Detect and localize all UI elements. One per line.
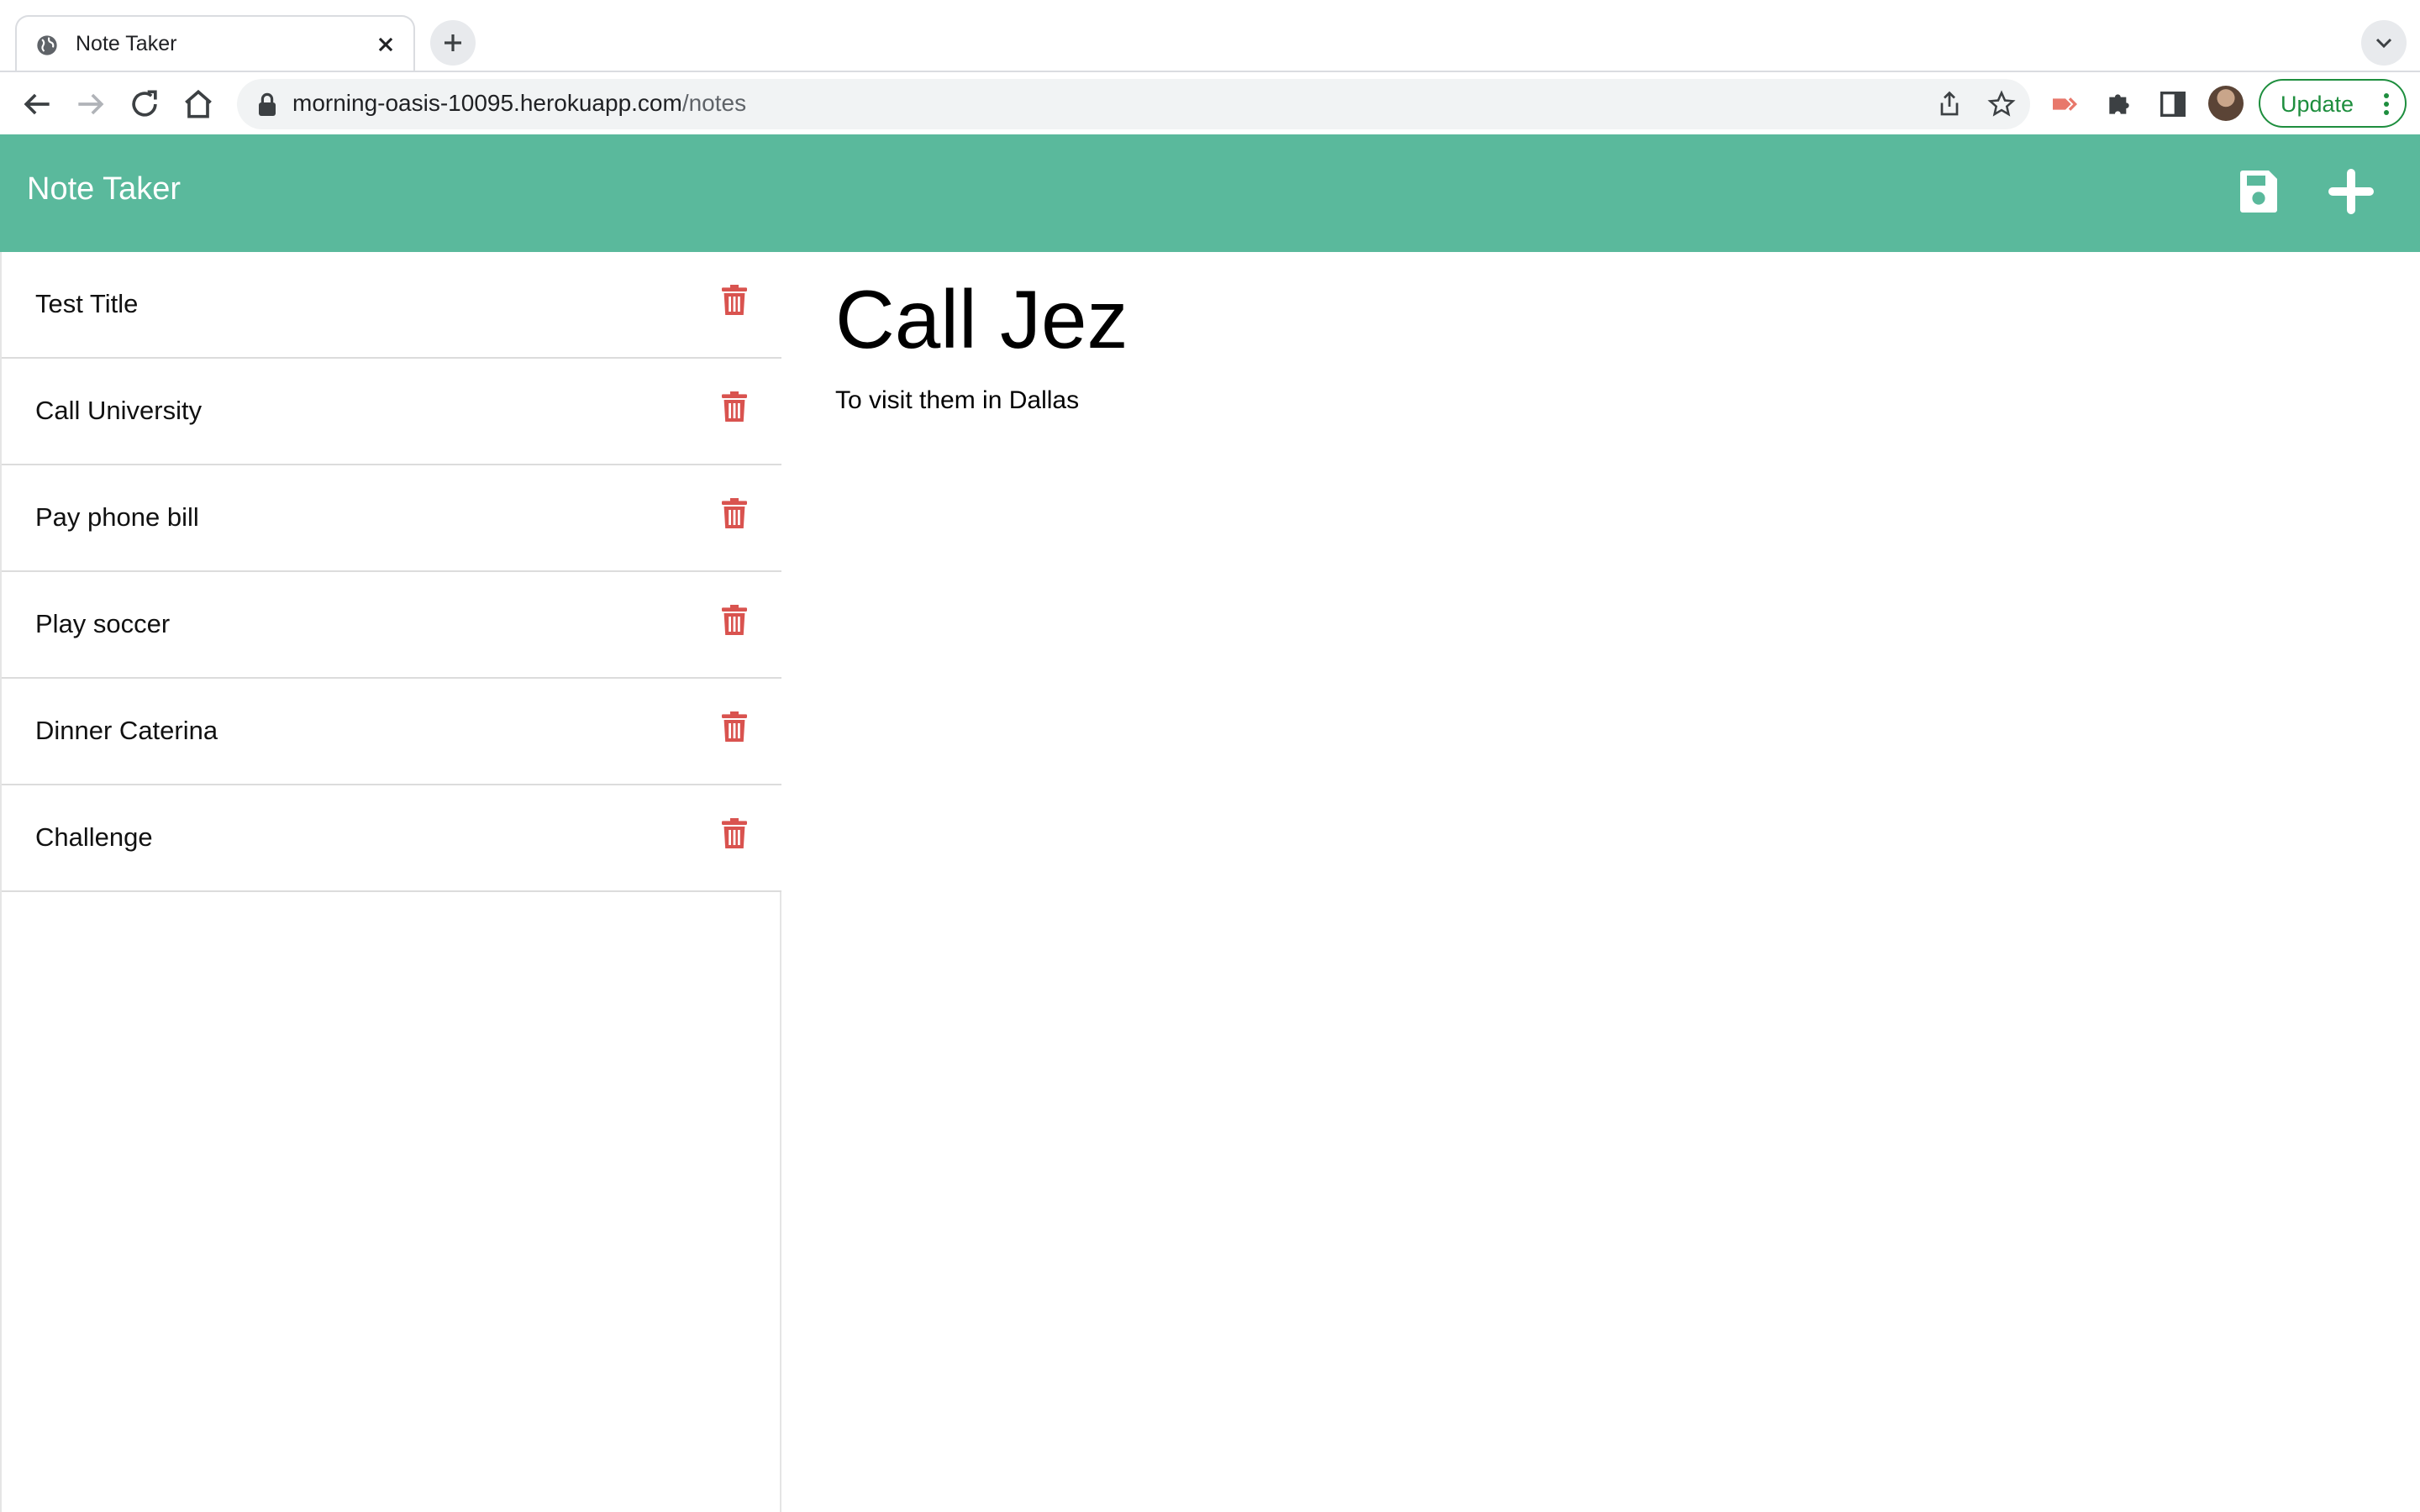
trash-icon[interactable]: [721, 497, 748, 529]
note-list-item-title: Challenge: [35, 822, 153, 852]
update-button[interactable]: Update: [2259, 79, 2407, 128]
tab-title: Note Taker: [76, 32, 177, 55]
note-list-item[interactable]: Pay phone bill: [2, 465, 781, 572]
note-list-item[interactable]: Test Title: [2, 252, 781, 359]
extension-icon[interactable]: [2049, 87, 2082, 121]
plus-icon: [445, 34, 461, 51]
note-list-item-title: Test Title: [35, 289, 139, 318]
lock-icon[interactable]: [257, 92, 277, 116]
update-label: Update: [2281, 92, 2354, 117]
app-navbar: Note Taker: [0, 134, 2420, 252]
browser-toolbar: morning-oasis-10095.herokuapp.com/notes …: [0, 72, 2420, 134]
note-list-item-title: Pay phone bill: [35, 502, 199, 532]
new-note-plus-icon[interactable]: [2328, 168, 2375, 215]
note-list-item[interactable]: Call University: [2, 359, 781, 465]
trash-icon[interactable]: [721, 711, 748, 743]
globe-icon: [37, 35, 57, 55]
home-icon[interactable]: [180, 86, 217, 123]
note-list-item-title: Call University: [35, 396, 203, 425]
url-host: morning-oasis-10095.herokuapp.com: [292, 90, 682, 116]
tab-search-button[interactable]: [2361, 20, 2407, 66]
back-arrow-icon[interactable]: [18, 86, 55, 123]
notes-sidebar: Test Title Call University Pay phone bill P…: [0, 252, 781, 1512]
trash-icon[interactable]: [721, 604, 748, 636]
browser-tabstrip: Note Taker: [0, 0, 2420, 72]
puzzle-piece-icon[interactable]: [2102, 87, 2136, 121]
note-list-item[interactable]: Challenge: [2, 785, 781, 892]
reload-icon[interactable]: [126, 86, 163, 123]
url-text[interactable]: morning-oasis-10095.herokuapp.com/notes: [292, 90, 746, 117]
forward-arrow-icon[interactable]: [72, 86, 109, 123]
note-list-item[interactable]: Dinner Caterina: [2, 679, 781, 785]
note-text-area[interactable]: To visit them in Dallas: [835, 386, 1079, 415]
note-list-item-title: Dinner Caterina: [35, 716, 218, 745]
kebab-menu-icon: [2384, 93, 2389, 115]
app-title[interactable]: Note Taker: [27, 171, 181, 207]
note-list-item-title: Play soccer: [35, 609, 171, 638]
chevron-down-icon: [2375, 38, 2392, 49]
note-title-input[interactable]: Call Jez: [835, 272, 1128, 367]
share-icon[interactable]: [1934, 89, 1965, 119]
trash-icon[interactable]: [721, 284, 748, 316]
address-bar[interactable]: morning-oasis-10095.herokuapp.com/notes: [237, 79, 2030, 129]
trash-icon[interactable]: [721, 817, 748, 849]
save-note-icon[interactable]: [2237, 168, 2281, 215]
profile-avatar[interactable]: [2208, 86, 2244, 121]
note-editor: Call Jez To visit them in Dallas: [783, 252, 2420, 1512]
bookmark-star-icon[interactable]: [1986, 89, 2017, 119]
side-panel-icon[interactable]: [2156, 87, 2190, 121]
close-icon[interactable]: [371, 30, 400, 59]
url-path: /notes: [681, 90, 747, 116]
note-list-item[interactable]: Play soccer: [2, 572, 781, 679]
note-list: Test Title Call University Pay phone bill P…: [2, 252, 781, 892]
browser-tab[interactable]: Note Taker: [15, 15, 415, 72]
trash-icon[interactable]: [721, 391, 748, 423]
new-tab-button[interactable]: [430, 20, 476, 66]
